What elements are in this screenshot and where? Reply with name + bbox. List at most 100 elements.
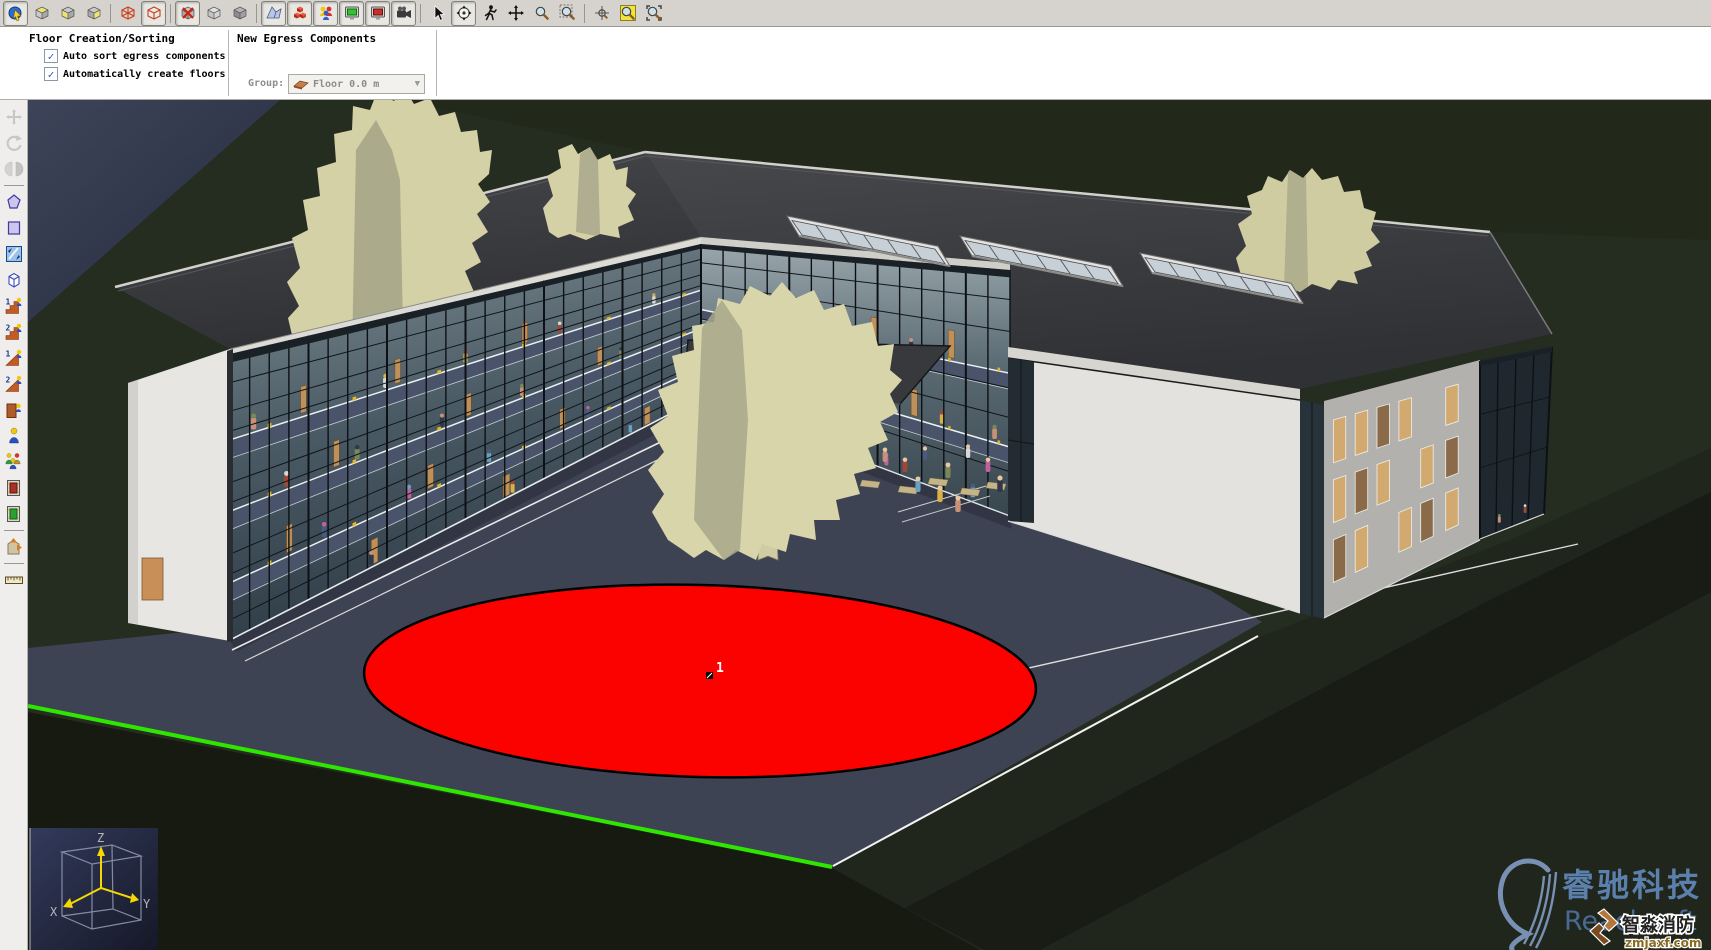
add-occupant-group-icon bbox=[4, 452, 24, 472]
sidebar-separator bbox=[4, 563, 24, 564]
stairs-one-point-button[interactable]: 1 bbox=[1, 293, 26, 318]
voxel-view-button[interactable] bbox=[287, 1, 312, 26]
floor-creation-title: Floor Creation/Sorting bbox=[29, 32, 175, 45]
stairs-two-point-button[interactable]: 2 bbox=[1, 319, 26, 344]
terrain-view-button[interactable] bbox=[261, 1, 286, 26]
view-front-button[interactable] bbox=[55, 1, 80, 26]
smooth-shade-mode-button[interactable] bbox=[227, 1, 252, 26]
auto-create-row: ✓ Automatically create floors bbox=[44, 67, 226, 81]
view-top-button[interactable] bbox=[29, 1, 54, 26]
extract-floor-button[interactable] bbox=[1, 534, 26, 559]
ramp-two-point-button[interactable]: 2 bbox=[1, 371, 26, 396]
select-objects-button[interactable] bbox=[3, 1, 28, 26]
application-window: { "toolbar": {"icons": [ {"name":"select… bbox=[0, 0, 1711, 950]
zhimiao-badge: 智淼消防 zmjaxf.com bbox=[1590, 909, 1701, 950]
select-cursor-icon bbox=[429, 4, 447, 22]
walk-view-button[interactable] bbox=[477, 1, 502, 26]
ramp-one-point-icon: 1 bbox=[4, 348, 24, 368]
wireframe-mode-button[interactable] bbox=[115, 1, 140, 26]
show-exits-button[interactable] bbox=[339, 1, 364, 26]
view-top-icon bbox=[33, 4, 51, 22]
rotate-tool-icon bbox=[4, 133, 24, 153]
group-dropdown[interactable]: Floor 0.0 m ▼ bbox=[288, 74, 425, 94]
watermark-company-cn: 睿驰科技 bbox=[1562, 866, 1702, 904]
select-cursor-button[interactable] bbox=[425, 1, 450, 26]
walk-view-icon bbox=[481, 4, 499, 22]
watermark-badge-url: zmjaxf.com bbox=[1625, 936, 1701, 950]
orbit-view-icon bbox=[455, 4, 473, 22]
mirror-tool-icon bbox=[4, 159, 24, 179]
zoom-selection-icon bbox=[645, 4, 663, 22]
extract-floor-icon bbox=[4, 537, 24, 557]
show-occupants-button[interactable] bbox=[313, 1, 338, 26]
svg-text:2: 2 bbox=[5, 375, 10, 384]
auto-sort-checkbox[interactable]: ✓ bbox=[44, 49, 58, 63]
toolbar-separator bbox=[256, 4, 257, 23]
sidebar-separator bbox=[4, 185, 24, 186]
egress-title: New Egress Components bbox=[237, 32, 376, 45]
svg-text:2: 2 bbox=[5, 323, 10, 332]
polygon-tool-icon bbox=[4, 192, 24, 212]
camera-tour-button[interactable] bbox=[391, 1, 416, 26]
auto-create-label: Automatically create floors bbox=[63, 69, 226, 80]
rectangle-tool-button[interactable] bbox=[1, 215, 26, 240]
refuge-door-icon bbox=[4, 504, 24, 524]
flat-shade-mode-button[interactable] bbox=[201, 1, 226, 26]
drawing-tools-sidebar: 1 2 1 2 bbox=[0, 100, 28, 950]
zoom-view-button[interactable] bbox=[529, 1, 554, 26]
door-tool-button[interactable] bbox=[1, 397, 26, 422]
zoom-point-button[interactable] bbox=[589, 1, 614, 26]
camera-tour-icon bbox=[395, 4, 413, 22]
show-exits-icon bbox=[343, 4, 361, 22]
stairs-one-point-icon: 1 bbox=[4, 296, 24, 316]
zoom-selection-button[interactable] bbox=[641, 1, 666, 26]
door-tool-icon bbox=[4, 400, 24, 420]
group-value: Floor 0.0 m bbox=[313, 79, 379, 90]
view-side-button[interactable] bbox=[81, 1, 106, 26]
extrude-tool-button[interactable] bbox=[1, 267, 26, 292]
view-front-icon bbox=[59, 4, 77, 22]
rotate-tool-button[interactable] bbox=[1, 130, 26, 155]
main-toolbar bbox=[0, 0, 1711, 27]
voxel-view-icon bbox=[291, 4, 309, 22]
ramp-one-point-button[interactable]: 1 bbox=[1, 345, 26, 370]
exit-door-icon bbox=[4, 478, 24, 498]
move-tool-button[interactable] bbox=[1, 104, 26, 129]
orbit-view-button[interactable] bbox=[451, 1, 476, 26]
show-refuge-button[interactable] bbox=[365, 1, 390, 26]
add-occupant-group-button[interactable] bbox=[1, 449, 26, 474]
toolbar-separator bbox=[584, 4, 585, 23]
panel-separator-2 bbox=[436, 30, 437, 96]
mirror-tool-button[interactable] bbox=[1, 156, 26, 181]
zoom-point-icon bbox=[593, 4, 611, 22]
view-side-icon bbox=[85, 4, 103, 22]
sidebar-separator bbox=[4, 530, 24, 531]
axis-gizmo[interactable]: Z X Y bbox=[30, 828, 158, 950]
measure-tool-button[interactable] bbox=[1, 567, 26, 592]
axis-y-label: Y bbox=[143, 897, 151, 911]
pan-view-button[interactable] bbox=[503, 1, 528, 26]
flat-shade-mode-icon bbox=[205, 4, 223, 22]
3d-viewport[interactable]: 1 bbox=[28, 100, 1711, 950]
zoom-region-button[interactable] bbox=[555, 1, 580, 26]
zoom-fit-button[interactable] bbox=[615, 1, 640, 26]
measure-tool-icon bbox=[4, 570, 24, 590]
smooth-shade-mode-icon bbox=[231, 4, 249, 22]
edit-geometry-tool-button[interactable] bbox=[1, 241, 26, 266]
ramp-two-point-icon: 2 bbox=[4, 374, 24, 394]
chevron-down-icon: ▼ bbox=[415, 79, 420, 89]
zoom-region-icon bbox=[559, 4, 577, 22]
left-end-wall bbox=[128, 349, 233, 642]
add-occupant-button[interactable] bbox=[1, 423, 26, 448]
floor-icon bbox=[293, 79, 309, 90]
exit-door-button[interactable] bbox=[1, 475, 26, 500]
no-render-mode-button[interactable] bbox=[175, 1, 200, 26]
hidden-line-mode-button[interactable] bbox=[141, 1, 166, 26]
extrude-tool-icon bbox=[4, 270, 24, 290]
axis-x-label: X bbox=[50, 905, 58, 919]
exterior-door bbox=[142, 558, 163, 600]
refuge-door-button[interactable] bbox=[1, 501, 26, 526]
auto-create-checkbox[interactable]: ✓ bbox=[44, 67, 58, 81]
pan-view-icon bbox=[507, 4, 525, 22]
polygon-tool-button[interactable] bbox=[1, 189, 26, 214]
